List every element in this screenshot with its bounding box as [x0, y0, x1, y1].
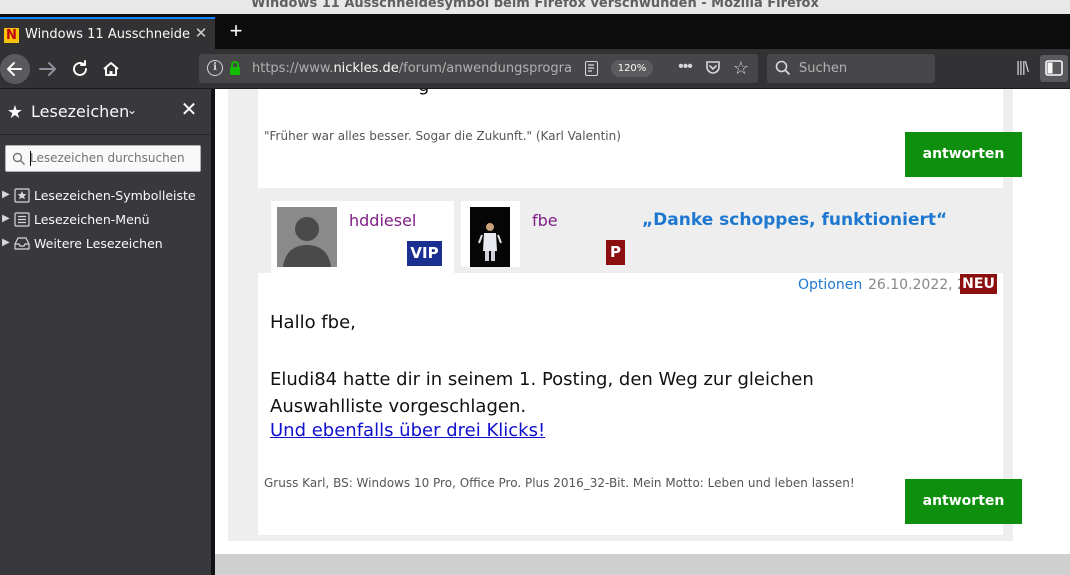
options-link[interactable]: Optionen	[798, 277, 862, 293]
nav-toolbar: i https://www.nickles.de/forum/anwendung…	[0, 49, 1070, 89]
url-bar[interactable]: i https://www.nickles.de/forum/anwendung…	[199, 54, 758, 83]
bookmarks-toolbar-icon	[14, 188, 30, 203]
page-footer-band	[215, 554, 1070, 575]
zoom-level-badge[interactable]: 120%	[611, 60, 653, 77]
reply-button[interactable]: antworten	[905, 479, 1022, 524]
tab-active[interactable]: N Windows 11 Ausschneidesymbol beim Fire…	[0, 17, 215, 49]
new-badge: NEU	[960, 274, 997, 294]
reload-icon[interactable]	[68, 54, 92, 84]
chevron-right-icon[interactable]: ▶	[2, 189, 10, 200]
back-arrow-icon[interactable]	[0, 54, 30, 84]
url-path: /forum/anwendungsprogramme	[398, 61, 572, 76]
post-meta: Optionen 26.10.2022, 21:41 NEU	[258, 273, 1003, 295]
chevron-right-icon[interactable]: ▶	[2, 213, 10, 224]
new-tab-button[interactable]: +	[225, 18, 247, 44]
bookmarks-menu-icon	[14, 212, 30, 227]
post-text: Eludi84 hatte dir in seinem 1. Posting, …	[270, 369, 814, 417]
divider	[0, 134, 211, 135]
reader-view-icon[interactable]	[585, 61, 598, 76]
chevron-right-icon[interactable]: ▶	[2, 237, 10, 248]
previous-post: g "Früher war alles besser. Sogar die Zu…	[258, 89, 1022, 188]
chevron-down-icon[interactable]: ⌄	[127, 103, 137, 117]
bookmarks-sidebar: ★ Lesezeichen ⌄ ✕ Lesezeichen durchsuche…	[0, 89, 211, 575]
post-body: Hallo fbe, Eludi84 hatte dir in seinem 1…	[258, 295, 1022, 535]
post-link[interactable]: Und ebenfalls über drei Klicks!	[270, 420, 545, 441]
home-icon[interactable]	[99, 54, 123, 84]
page-actions-icon[interactable]: •••	[675, 57, 695, 79]
search-placeholder: Suchen	[799, 61, 848, 76]
sidebar-title[interactable]: Lesezeichen	[31, 102, 129, 121]
search-icon	[775, 60, 791, 76]
author-name[interactable]: hddiesel	[349, 211, 416, 230]
search-icon	[12, 152, 26, 166]
avatar[interactable]	[277, 207, 337, 267]
bookmarks-star-icon: ★	[6, 102, 24, 122]
author-card: hddiesel VIP	[271, 201, 454, 273]
post-signature: "Früher war alles besser. Sogar die Zuku…	[264, 129, 621, 143]
avatar[interactable]	[470, 207, 510, 267]
other-bookmarks-icon	[14, 236, 30, 251]
sidebar-item-label: Lesezeichen-Symbolleiste	[34, 188, 196, 203]
pocket-icon[interactable]	[705, 60, 721, 75]
library-icon[interactable]: |||\	[1010, 57, 1034, 81]
reply-button[interactable]: antworten	[905, 132, 1022, 177]
sidebar-toggle-icon[interactable]	[1040, 55, 1068, 82]
bookmark-star-icon[interactable]: ☆	[731, 57, 751, 79]
post-text-partial: g	[418, 89, 429, 96]
sidebar-item-bookmarks-toolbar[interactable]: ▶ Lesezeichen-Symbolleiste	[0, 184, 211, 208]
sidebar-item-bookmarks-menu[interactable]: ▶ Lesezeichen-Menü	[0, 208, 211, 232]
url-text[interactable]: https://www.nickles.de/forum/anwendungsp…	[252, 61, 572, 76]
quoted-user-name[interactable]: fbe	[532, 211, 558, 230]
sidebar-item-label: Weitere Lesezeichen	[34, 236, 163, 251]
nickles-favicon-icon: N	[4, 28, 19, 43]
url-domain: nickles.de	[333, 61, 399, 76]
search-bar[interactable]: Suchen	[767, 54, 935, 83]
vip-badge: VIP	[407, 241, 442, 266]
post-signature: Gruss Karl, BS: Windows 10 Pro, Office P…	[264, 476, 855, 490]
bookmarks-search-input[interactable]: Lesezeichen durchsuchen	[5, 145, 201, 172]
quoted-user-card	[461, 201, 520, 267]
sidebar-close-icon[interactable]: ✕	[180, 100, 198, 120]
site-info-icon[interactable]: i	[207, 60, 223, 76]
tab-close-icon[interactable]: ✕	[192, 24, 210, 44]
page-content: g "Früher war alles besser. Sogar die Zu…	[215, 89, 1070, 575]
forum-thread: g "Früher war alles besser. Sogar die Zu…	[228, 89, 1022, 541]
sidebar-item-label: Lesezeichen-Menü	[34, 212, 150, 227]
post-greeting: Hallo fbe,	[270, 312, 356, 333]
lock-icon[interactable]	[229, 60, 241, 76]
text-caret	[30, 151, 31, 166]
sidebar-item-other-bookmarks[interactable]: ▶ Weitere Lesezeichen	[0, 232, 211, 256]
bookmarks-search-placeholder: Lesezeichen durchsuchen	[30, 151, 185, 165]
window-title: Windows 11 Ausschneidesymbol beim Firefo…	[0, 0, 1070, 14]
url-prefix: https://www.	[252, 61, 334, 76]
user-badge: P	[606, 240, 625, 265]
forward-arrow-icon[interactable]	[35, 54, 61, 84]
tab-title: Windows 11 Ausschneidesymbol beim Firefo…	[25, 27, 190, 42]
post-title: „Danke schoppes, funktioniert“	[642, 210, 948, 230]
